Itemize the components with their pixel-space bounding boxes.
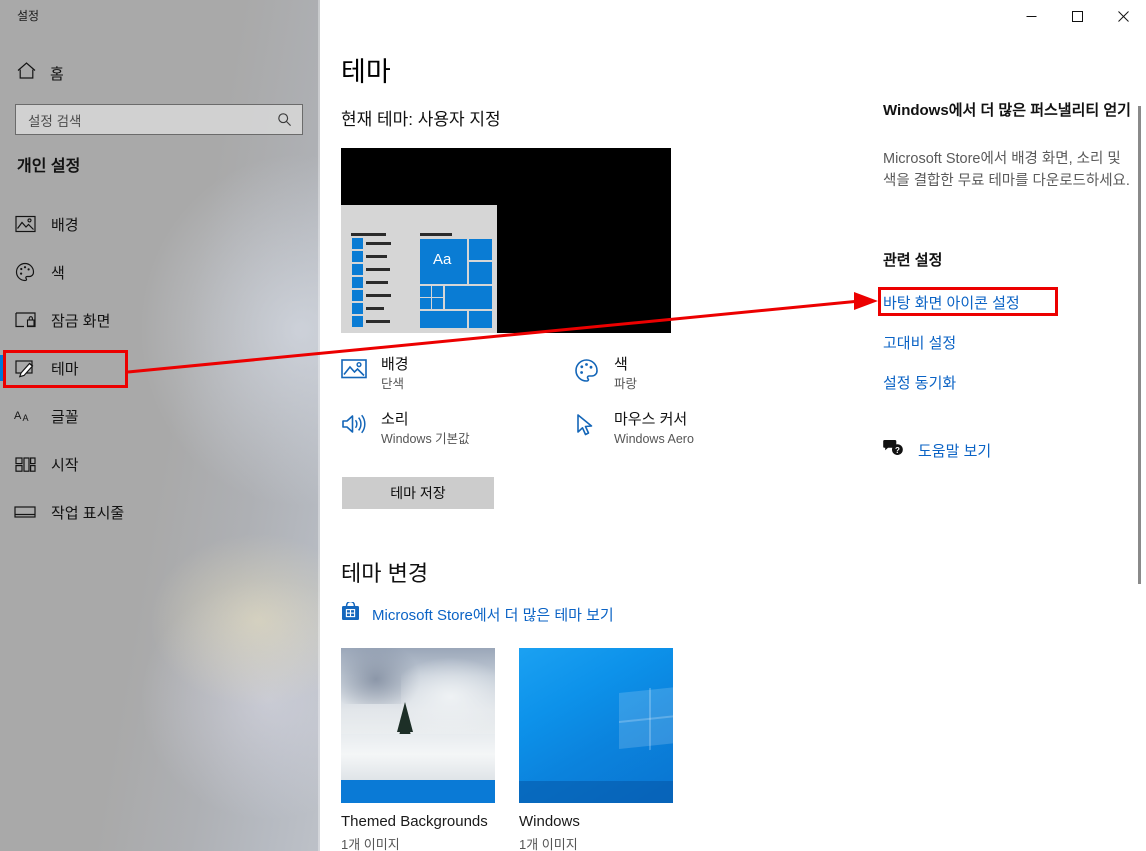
attribute-value: Windows Aero bbox=[614, 432, 694, 446]
home-icon bbox=[17, 62, 36, 84]
maximize-button[interactable] bbox=[1054, 0, 1100, 32]
svg-text:?: ? bbox=[895, 446, 900, 455]
app-title: 설정 bbox=[17, 9, 40, 23]
sidebar-home-label: 홈 bbox=[50, 65, 64, 83]
minimize-button[interactable] bbox=[1008, 0, 1054, 32]
theme-preview: Aa bbox=[341, 148, 671, 333]
link-desktop-icon-settings[interactable]: 바탕 화면 아이콘 설정 bbox=[883, 292, 1020, 313]
sidebar-item-label: 색 bbox=[51, 264, 65, 282]
sidebar-item-taskbar[interactable]: 작업 표시줄 bbox=[0, 493, 320, 531]
svg-text:A: A bbox=[23, 413, 29, 423]
sidebar-group-label: 개인 설정 bbox=[17, 158, 81, 175]
theme-thumbnail-list: Themed Backgrounds 1개 이미지 Windows 1개 이미지 bbox=[341, 648, 673, 851]
attribute-value: 파랑 bbox=[614, 377, 638, 391]
picture-icon bbox=[12, 215, 38, 233]
theme-preview-window: Aa bbox=[341, 205, 497, 333]
svg-text:A: A bbox=[14, 410, 22, 422]
theme-name: Themed Backgrounds bbox=[341, 813, 488, 830]
content-scrollbar[interactable] bbox=[1130, 32, 1146, 851]
microsoft-store-themes-link[interactable]: Microsoft Store에서 더 많은 테마 보기 bbox=[341, 600, 614, 626]
help-question-icon: ? bbox=[883, 438, 904, 462]
close-button[interactable] bbox=[1100, 0, 1146, 32]
attribute-name: 색 bbox=[614, 356, 628, 373]
promo-heading: Windows에서 더 많은 퍼스낼리티 얻기 bbox=[883, 102, 1131, 119]
search-input[interactable]: 설정 검색 bbox=[15, 104, 303, 135]
scrollbar-thumb[interactable] bbox=[1138, 106, 1141, 584]
sidebar-item-start[interactable]: 시작 bbox=[0, 445, 320, 483]
taskbar-icon bbox=[12, 505, 38, 519]
preview-sample-text: Aa bbox=[433, 251, 452, 268]
theme-thumbnail-item[interactable]: Windows 1개 이미지 bbox=[519, 648, 673, 851]
theme-brush-icon bbox=[12, 359, 38, 378]
sidebar-item-background[interactable]: 배경 bbox=[0, 205, 320, 243]
theme-image-count: 1개 이미지 bbox=[519, 837, 578, 851]
store-link-label: Microsoft Store에서 더 많은 테마 보기 bbox=[372, 606, 614, 624]
lock-screen-icon bbox=[12, 311, 38, 329]
sidebar-item-label: 글꼴 bbox=[51, 408, 79, 426]
link-high-contrast-settings[interactable]: 고대비 설정 bbox=[883, 332, 956, 353]
current-theme-label: 현재 테마: 사용자 지정 bbox=[341, 110, 501, 129]
get-help-link[interactable]: ? 도움말 보기 bbox=[883, 438, 991, 462]
page-title: 테마 bbox=[341, 57, 391, 87]
start-icon bbox=[12, 456, 38, 473]
promo-body: Microsoft Store에서 배경 화면, 소리 및 색을 결합한 무료 … bbox=[883, 151, 1130, 189]
settings-window: 설정 홈 설정 검색 개인 설정 배경 색 잠금 화면 테마 A A 글꼴 시작… bbox=[0, 0, 1146, 851]
theme-attribute-mouse-cursor[interactable]: 마우스 커서 Windows Aero bbox=[574, 410, 694, 448]
theme-thumbnail-image-windows bbox=[519, 648, 673, 803]
save-theme-button[interactable]: 테마 저장 bbox=[342, 477, 494, 509]
sidebar: 설정 홈 설정 검색 개인 설정 배경 색 잠금 화면 테마 A A 글꼴 시작… bbox=[0, 0, 320, 851]
link-sync-settings[interactable]: 설정 동기화 bbox=[883, 372, 956, 393]
help-link-label: 도움말 보기 bbox=[918, 442, 992, 460]
palette-icon bbox=[574, 355, 600, 388]
attribute-name: 배경 bbox=[381, 356, 409, 373]
attribute-value: 단색 bbox=[381, 377, 405, 391]
sidebar-item-label: 테마 bbox=[51, 360, 79, 378]
theme-attribute-background[interactable]: 배경 단색 bbox=[341, 355, 409, 393]
sidebar-item-themes[interactable]: 테마 bbox=[0, 349, 320, 387]
cursor-icon bbox=[574, 410, 600, 442]
microsoft-store-icon bbox=[341, 600, 360, 626]
theme-attribute-sounds[interactable]: 소리 Windows 기본값 bbox=[341, 410, 470, 448]
sidebar-item-label: 배경 bbox=[51, 216, 79, 234]
speaker-icon bbox=[341, 410, 367, 440]
attribute-value: Windows 기본값 bbox=[381, 432, 470, 446]
sidebar-item-fonts[interactable]: AA 글꼴 bbox=[0, 397, 320, 435]
theme-attribute-color[interactable]: 색 파랑 bbox=[574, 355, 637, 393]
window-controls bbox=[1008, 0, 1146, 32]
theme-thumbnail-image-themed-backgrounds bbox=[341, 648, 495, 803]
sidebar-item-label: 시작 bbox=[51, 456, 79, 474]
palette-icon bbox=[12, 262, 38, 282]
sidebar-item-label: 잠금 화면 bbox=[51, 312, 111, 330]
attribute-name: 소리 bbox=[381, 411, 409, 428]
search-placeholder: 설정 검색 bbox=[28, 113, 82, 129]
related-settings-title: 관련 설정 bbox=[883, 252, 943, 269]
theme-thumbnail-item[interactable]: Themed Backgrounds 1개 이미지 bbox=[341, 648, 495, 851]
search-icon bbox=[277, 112, 302, 127]
sidebar-item-label: 작업 표시줄 bbox=[51, 504, 125, 522]
main-content: 테마 현재 테마: 사용자 지정 Aa 배경 단색 색 파랑 소리 Window… bbox=[320, 0, 1146, 851]
change-theme-title: 테마 변경 bbox=[341, 561, 429, 586]
attribute-name: 마우스 커서 bbox=[614, 411, 688, 428]
sidebar-item-lock-screen[interactable]: 잠금 화면 bbox=[0, 301, 320, 339]
sidebar-item-colors[interactable]: 색 bbox=[0, 253, 320, 291]
theme-image-count: 1개 이미지 bbox=[341, 837, 400, 851]
theme-name: Windows bbox=[519, 813, 580, 830]
font-icon: AA bbox=[12, 407, 38, 425]
sidebar-item-home[interactable]: 홈 bbox=[10, 59, 210, 87]
picture-icon bbox=[341, 355, 367, 384]
